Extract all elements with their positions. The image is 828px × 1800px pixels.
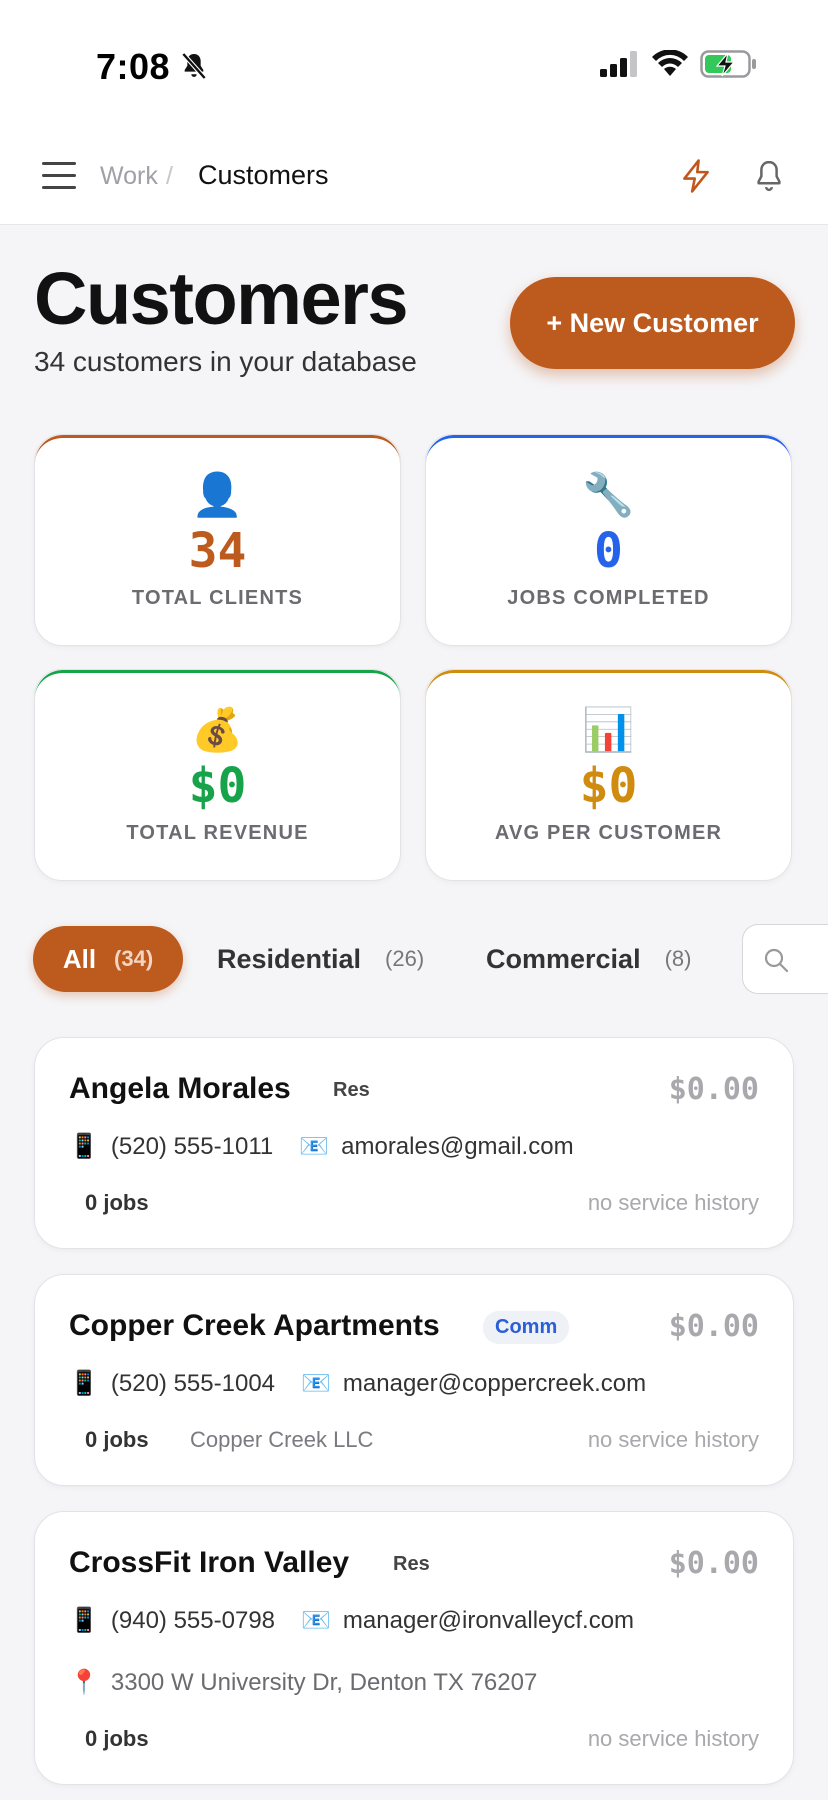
customer-amount: $0.00 <box>668 1309 759 1344</box>
stat-label: TOTAL REVENUE <box>126 822 309 844</box>
customer-card[interactable]: Angela Morales Res $0.00 📱 (520) 555-101… <box>34 1037 794 1249</box>
customer-card[interactable]: Copper Creek Apartments Comm $0.00 📱 (52… <box>34 1274 794 1486</box>
stat-value: 0 <box>594 523 623 579</box>
customer-amount: $0.00 <box>668 1072 759 1107</box>
cellular-signal-icon <box>600 51 637 77</box>
customer-phone[interactable]: (520) 555-1011 <box>111 1133 273 1161</box>
filter-all[interactable]: All (34) <box>33 926 183 992</box>
stat-label: JOBS COMPLETED <box>507 587 710 609</box>
bar-chart-icon: 📊 <box>582 706 635 753</box>
battery-charging-icon <box>700 50 756 78</box>
customer-name: CrossFit Iron Valley <box>69 1546 350 1579</box>
filter-residential[interactable]: Residential (26) <box>217 926 424 992</box>
status-bar: 7:08 <box>0 0 828 130</box>
stat-label: TOTAL CLIENTS <box>131 587 304 609</box>
search-button[interactable] <box>742 924 828 994</box>
customer-type-badge: Res <box>381 1548 442 1581</box>
customer-company: Copper Creek LLC <box>190 1427 374 1452</box>
filter-commercial[interactable]: Commercial (8) <box>486 926 691 992</box>
customer-email[interactable]: manager@ironvalleycf.com <box>343 1607 634 1635</box>
customer-jobs: 0 jobs <box>85 1190 149 1215</box>
top-nav: Work / Customers <box>0 130 828 225</box>
phone-icon: 📱 <box>69 1607 99 1634</box>
phone-icon: 📱 <box>69 1370 99 1397</box>
customer-card[interactable]: CrossFit Iron Valley Res $0.00 📱 (940) 5… <box>34 1511 794 1785</box>
service-history: no service history <box>587 1190 759 1215</box>
notification-bell-icon[interactable] <box>752 158 786 194</box>
menu-icon[interactable] <box>42 162 76 190</box>
filter-count: (8) <box>664 946 692 971</box>
service-history: no service history <box>587 1427 759 1452</box>
email-icon: 📧 <box>301 1370 331 1397</box>
email-icon: 📧 <box>299 1133 330 1160</box>
customer-name: Copper Creek Apartments <box>69 1309 440 1342</box>
customer-jobs: 0 jobs <box>85 1726 149 1751</box>
customer-amount: $0.00 <box>668 1546 759 1581</box>
customer-type-badge: Comm <box>483 1311 570 1344</box>
filter-label: Residential <box>217 943 362 974</box>
customer-email[interactable]: manager@coppercreek.com <box>343 1370 646 1398</box>
customer-jobs: 0 jobs <box>85 1427 149 1452</box>
customer-name: Angela Morales <box>69 1072 291 1105</box>
customer-phone[interactable]: (520) 555-1004 <box>111 1370 275 1398</box>
location-pin-icon: 📍 <box>69 1669 99 1696</box>
breadcrumb-current: Customers <box>198 160 329 190</box>
stat-value: $0 <box>188 758 247 814</box>
breadcrumb-work[interactable]: Work <box>100 162 158 191</box>
customer-address[interactable]: 3300 W University Dr, Denton TX 76207 <box>111 1669 537 1697</box>
person-icon: 👤 <box>191 471 244 518</box>
stat-card-jobs-completed: 🔧 0 JOBS COMPLETED <box>425 434 792 646</box>
lightning-bolt-icon[interactable] <box>680 158 712 194</box>
filter-count: (26) <box>385 946 425 971</box>
customer-type-badge: Res <box>321 1074 382 1107</box>
new-customer-button[interactable]: + New Customer <box>510 277 795 369</box>
status-time: 7:08 <box>96 46 171 87</box>
customer-email[interactable]: amorales@gmail.com <box>341 1133 573 1161</box>
wrench-icon: 🔧 <box>582 471 635 518</box>
page-title: Customers <box>34 257 409 340</box>
stat-card-total-clients: 👤 34 TOTAL CLIENTS <box>34 434 401 646</box>
stat-label: AVG PER CUSTOMER <box>494 822 723 844</box>
service-history: no service history <box>587 1726 759 1751</box>
page-subtitle: 34 customers in your database <box>34 346 417 377</box>
filter-count: (34) <box>114 946 154 971</box>
filter-label: All <box>62 943 97 974</box>
money-bag-icon: 💰 <box>191 706 244 753</box>
breadcrumb-separator: / <box>166 162 173 190</box>
email-icon: 📧 <box>301 1607 331 1634</box>
filter-label: Commercial <box>486 943 641 974</box>
stat-card-total-revenue: 💰 $0 TOTAL REVENUE <box>34 669 401 881</box>
silent-bell-icon <box>181 52 207 80</box>
wifi-icon <box>652 50 688 76</box>
customer-phone[interactable]: (940) 555-0798 <box>111 1607 275 1635</box>
phone-icon: 📱 <box>69 1133 99 1160</box>
search-icon <box>764 948 789 973</box>
stat-card-avg-per-customer: 📊 $0 AVG PER CUSTOMER <box>425 669 792 881</box>
stat-value: 34 <box>188 523 247 579</box>
stat-value: $0 <box>579 758 638 814</box>
